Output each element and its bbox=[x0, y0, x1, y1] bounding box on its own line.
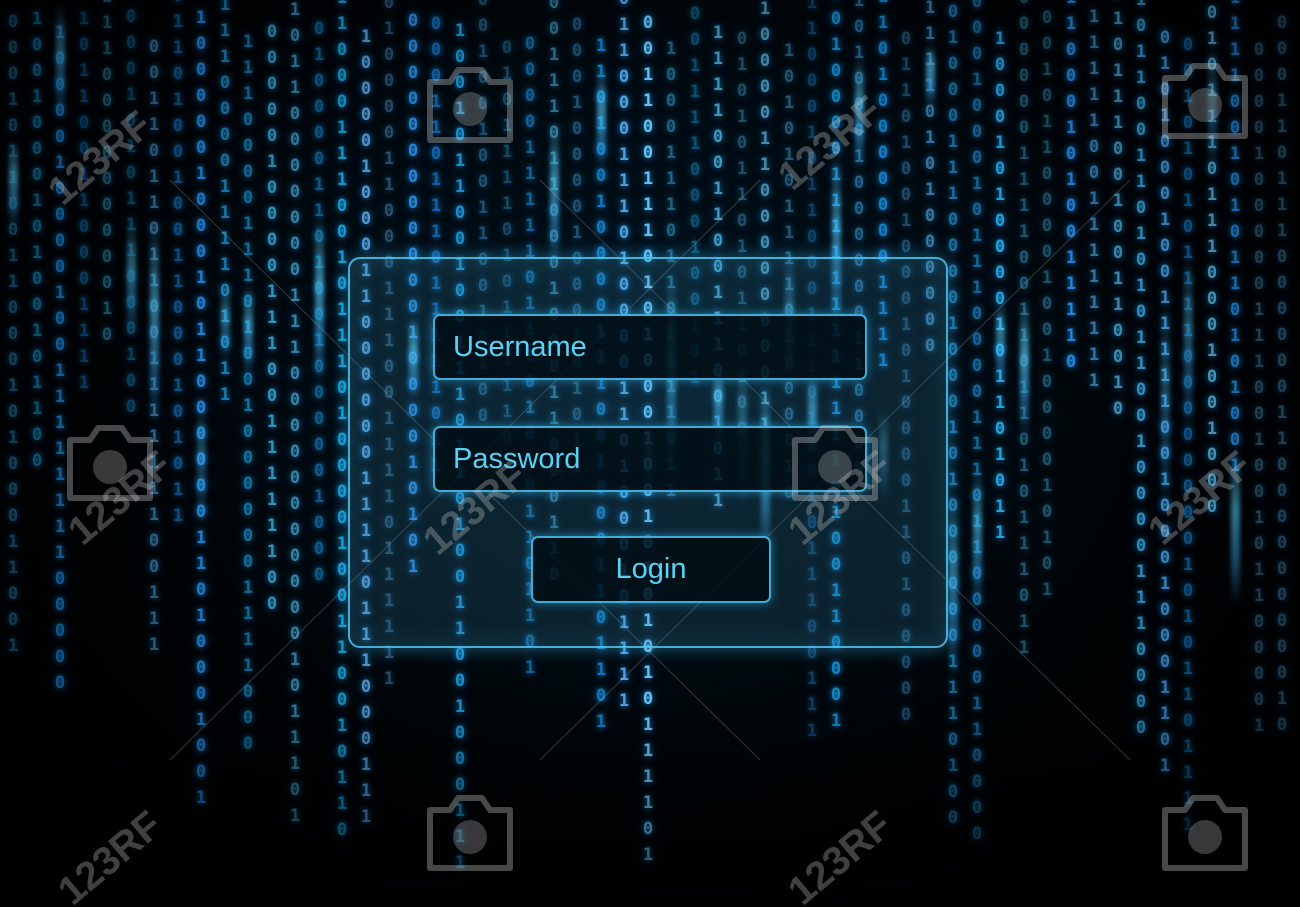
glow-streak bbox=[926, 44, 935, 107]
binary-rain-column: 0 0 0 0 1 0 0 0 0 0 1 1 1 0 0 1 0 0 1 0 … bbox=[1253, 40, 1265, 736]
username-field[interactable] bbox=[433, 314, 867, 380]
glow-streak bbox=[1020, 298, 1029, 436]
binary-rain-column: 0 0 0 1 1 0 1 1 1 0 0 0 0 0 0 1 1 0 0 0 … bbox=[1276, 13, 1288, 735]
binary-rain-column: 0 0 0 1 0 0 0 1 0 1 1 1 0 0 0 0 1 1 1 0 … bbox=[971, 0, 983, 844]
glow-streak bbox=[973, 467, 982, 608]
binary-rain-column: 1 1 1 1 0 0 1 0 1 0 1 1 0 1 0 1 0 0 1 bbox=[1229, 0, 1241, 476]
glow-streak bbox=[1161, 299, 1170, 509]
login-button[interactable]: Login bbox=[531, 536, 771, 603]
binary-rain-column: 0 0 0 1 0 1 0 1 1 1 0 0 0 1 0 0 bbox=[125, 7, 137, 417]
glow-streak bbox=[197, 401, 206, 526]
glow-streak bbox=[221, 283, 230, 362]
glow-streak bbox=[150, 222, 159, 423]
glow-streak bbox=[56, 3, 65, 120]
glow-streak bbox=[855, 56, 864, 171]
password-input[interactable] bbox=[453, 428, 843, 490]
binary-rain-column: 0 0 1 0 1 0 1 0 1 1 1 1 0 0 0 0 0 0 0 0 … bbox=[1182, 35, 1194, 835]
glow-streak bbox=[550, 120, 559, 266]
binary-rain-column: 1 0 1 1 0 0 1 1 0 1 0 1 0 1 1 0 0 1 0 0 … bbox=[1135, 0, 1147, 738]
binary-rain-column: 1 1 1 0 0 0 0 1 1 1 0 1 0 0 1 0 0 0 0 0 … bbox=[242, 32, 254, 754]
binary-rain-column: 0 1 1 0 1 0 0 1 0 0 1 1 0 0 0 1 0 1 0 1 … bbox=[172, 0, 184, 526]
binary-rain-column: 1 0 1 1 0 0 1 1 0 0 0 1 1 1 1 bbox=[78, 9, 90, 393]
binary-rain-column: 0 0 0 1 0 1 1 0 0 1 1 0 0 0 1 0 1 0 0 0 … bbox=[7, 12, 19, 656]
binary-rain-column: 1 0 0 1 0 0 0 1 0 1 0 0 1 0 1 1 0 0 bbox=[31, 9, 43, 471]
binary-rain-column: 0 0 0 0 0 1 0 0 0 0 1 1 1 0 0 1 1 1 1 1 … bbox=[266, 22, 278, 614]
password-field[interactable] bbox=[433, 426, 867, 492]
glow-streak bbox=[9, 140, 18, 227]
binary-rain-column: 1 0 1 1 0 0 0 0 0 0 0 1 1 1 0 0 0 0 0 0 … bbox=[289, 0, 301, 826]
glow-streak bbox=[1184, 253, 1193, 435]
glow-streak bbox=[597, 68, 606, 169]
glow-streak bbox=[949, 493, 958, 681]
binary-rain-column: 0 1 0 1 1 1 0 0 1 0 0 1 1 0 0 1 0 bbox=[1112, 0, 1124, 419]
binary-rain-column: 1 1 1 0 0 0 0 0 0 0 0 0 1 0 bbox=[101, 0, 113, 345]
username-input[interactable] bbox=[453, 316, 843, 378]
binary-rain-column: 1 1 1 1 1 0 0 1 1 1 1 1 1 1 1 bbox=[1088, 7, 1100, 391]
glow-streak bbox=[1231, 447, 1240, 604]
binary-rain-column: 1 1 0 0 0 1 0 1 0 0 1 1 1 1 0 bbox=[1065, 0, 1077, 372]
binary-rain-column: 1 0 0 0 0 1 0 0 0 0 1 0 0 1 1 1 1 1 1 1 … bbox=[54, 23, 66, 693]
glow-streak bbox=[244, 284, 253, 378]
glow-streak bbox=[996, 299, 1005, 389]
glow-streak bbox=[315, 214, 324, 386]
binary-rain-column: 1 0 0 0 1 0 1 0 0 0 0 1 0 1 1 0 1 0 1 1 bbox=[994, 29, 1006, 543]
glow-streak bbox=[1208, 44, 1217, 177]
binary-rain-column: 0 0 1 0 1 1 0 0 0 0 1 0 0 1 0 0 0 0 1 0 … bbox=[1041, 8, 1053, 600]
login-panel: Login bbox=[348, 257, 948, 648]
matrix-background: 0 0 0 1 0 1 1 0 0 1 1 0 0 0 1 0 1 0 0 0 … bbox=[0, 0, 1300, 907]
glow-streak bbox=[127, 219, 136, 339]
